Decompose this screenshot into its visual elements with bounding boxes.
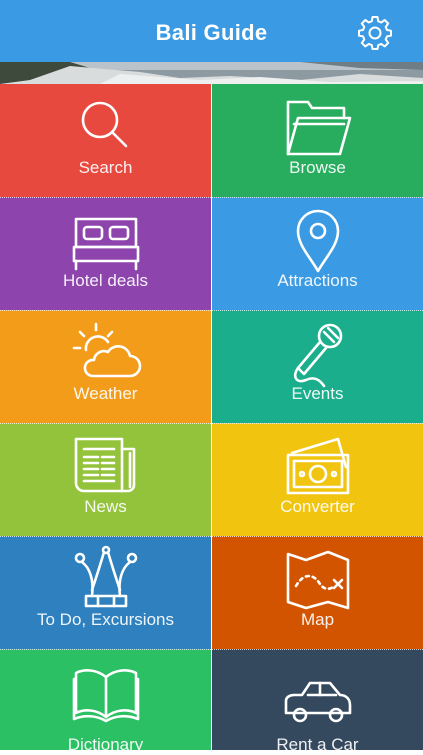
news-tile[interactable]: News bbox=[0, 423, 211, 536]
grid-divider-row-3 bbox=[0, 423, 423, 424]
converter-tile[interactable]: Converter bbox=[212, 423, 423, 536]
map-tile[interactable]: Map bbox=[212, 536, 423, 649]
book-icon bbox=[72, 669, 139, 723]
weather-icon bbox=[72, 322, 141, 378]
bed-icon bbox=[72, 217, 139, 271]
map-pin-icon bbox=[296, 209, 339, 273]
rent-a-car-tile[interactable]: Rent a Car bbox=[212, 649, 423, 754]
todo-excursions-label: To Do, Excursions bbox=[37, 610, 174, 629]
hero-banner-image bbox=[0, 62, 423, 84]
attractions-tile[interactable]: Attractions bbox=[212, 197, 423, 310]
search-label: Search bbox=[78, 158, 133, 177]
grid-divider-vertical bbox=[211, 84, 212, 750]
dictionary-label: Dictionary bbox=[67, 735, 144, 754]
treasure-map-icon bbox=[286, 550, 349, 610]
todo-excursions-tile[interactable]: To Do, Excursions bbox=[0, 536, 211, 649]
browse-label: Browse bbox=[289, 158, 346, 177]
hotel-deals-label: Hotel deals bbox=[62, 271, 149, 290]
search-tile[interactable]: Search bbox=[0, 84, 211, 197]
grid-divider-row-2 bbox=[0, 310, 423, 311]
converter-label: Converter bbox=[280, 497, 355, 516]
newspaper-icon bbox=[74, 437, 135, 493]
weather-label: Weather bbox=[73, 384, 138, 403]
app-header: Bali Guide bbox=[0, 0, 423, 62]
weather-tile[interactable]: Weather bbox=[0, 310, 211, 423]
grid-divider-row-1 bbox=[0, 197, 423, 198]
news-label: News bbox=[84, 497, 127, 516]
gear-icon[interactable] bbox=[357, 14, 393, 50]
microphone-icon bbox=[293, 323, 342, 388]
attractions-label: Attractions bbox=[277, 271, 358, 290]
grid-divider-row-5 bbox=[0, 649, 423, 650]
car-icon bbox=[284, 681, 351, 723]
rent-a-car-label: Rent a Car bbox=[276, 735, 359, 754]
search-icon bbox=[81, 101, 127, 148]
events-label: Events bbox=[291, 384, 344, 403]
folder-icon bbox=[286, 100, 351, 156]
hotel-deals-tile[interactable]: Hotel deals bbox=[0, 197, 211, 310]
map-label: Map bbox=[300, 610, 335, 629]
grid-divider-row-4 bbox=[0, 536, 423, 537]
jester-hat-icon bbox=[74, 545, 137, 608]
dictionary-tile[interactable]: Dictionary bbox=[0, 649, 211, 754]
events-tile[interactable]: Events bbox=[212, 310, 423, 423]
money-icon bbox=[286, 437, 349, 495]
browse-tile[interactable]: Browse bbox=[212, 84, 423, 197]
